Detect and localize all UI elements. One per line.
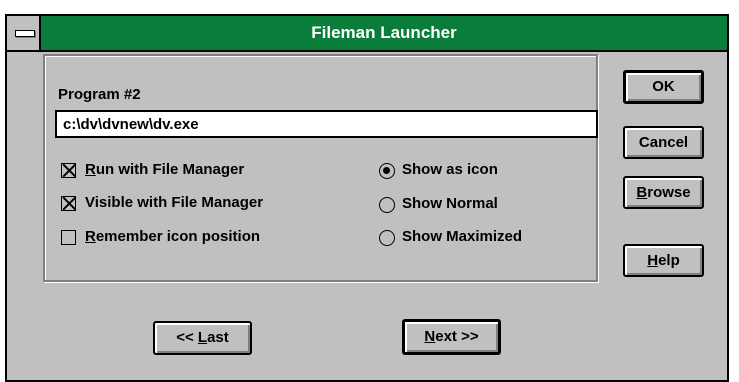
browse-button[interactable]: Browse xyxy=(623,176,704,209)
system-menu-icon xyxy=(15,30,35,37)
run-with-file-manager-label[interactable]: Run with File Manager xyxy=(85,161,244,178)
program-label: Program #2 xyxy=(58,86,141,103)
window-title: Fileman Launcher xyxy=(311,23,457,42)
show-normal-label[interactable]: Show Normal xyxy=(402,195,498,212)
system-menu-button[interactable] xyxy=(7,16,41,50)
remember-icon-position-label[interactable]: Remember icon position xyxy=(85,228,260,245)
run-with-file-manager-box[interactable] xyxy=(61,163,76,178)
remember-icon-position-box[interactable] xyxy=(61,230,76,245)
help-button[interactable]: Help xyxy=(623,244,704,277)
show-maximized-radio-dot[interactable] xyxy=(379,230,395,246)
visible-with-file-manager-box[interactable] xyxy=(61,196,76,211)
visible-with-file-manager-label[interactable]: Visible with File Manager xyxy=(85,194,263,211)
show-normal-radio-dot[interactable] xyxy=(379,197,395,213)
show-maximized-label[interactable]: Show Maximized xyxy=(402,228,522,245)
last-button[interactable]: << Last xyxy=(153,321,252,355)
ok-button[interactable]: OK xyxy=(623,70,704,104)
program-path-input[interactable] xyxy=(55,110,598,138)
title-bar: Fileman Launcher xyxy=(7,16,727,52)
show-as-icon-label[interactable]: Show as icon xyxy=(402,161,498,178)
next-button[interactable]: Next >> xyxy=(402,319,501,355)
cancel-button[interactable]: Cancel xyxy=(623,126,704,159)
show-as-icon-radio-dot[interactable] xyxy=(379,163,395,179)
